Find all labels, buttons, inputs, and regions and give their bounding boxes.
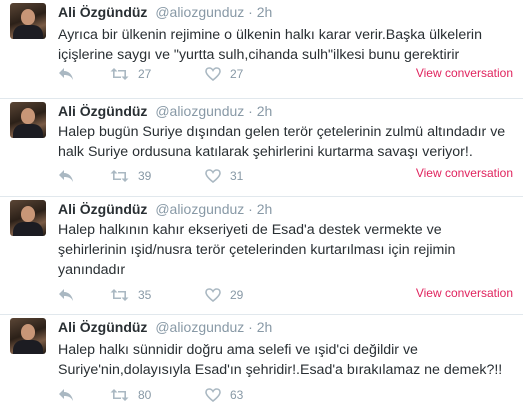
like-button[interactable]: 31: [205, 169, 243, 183]
author-name[interactable]: Ali Özgündüz: [58, 103, 147, 119]
reply-icon: [59, 389, 73, 401]
reply-button[interactable]: [58, 169, 74, 183]
tweet-header: Ali Özgündüz @aliozgunduz · 2h: [58, 319, 272, 335]
heart-icon: [205, 288, 221, 302]
tweet-text: Halep bugün Suriye dışından gelen terör …: [58, 124, 506, 160]
author-handle[interactable]: @aliozgunduz: [155, 4, 244, 20]
like-count: 27: [230, 67, 244, 81]
avatar[interactable]: [10, 3, 46, 39]
timestamp[interactable]: 2h: [257, 103, 273, 119]
timestamp[interactable]: 2h: [257, 319, 273, 335]
author-handle[interactable]: @aliozgunduz: [155, 319, 244, 335]
retweet-count: 35: [138, 288, 152, 302]
tweet[interactable]: Ali Özgündüz @aliozgunduz · 2h Ayrıca bi…: [0, 0, 523, 99]
tweet-header: Ali Özgündüz @aliozgunduz · 2h: [58, 4, 272, 20]
tweet[interactable]: Ali Özgündüz @aliozgunduz · 2h Halep hal…: [0, 197, 523, 315]
retweet-icon: [110, 170, 129, 182]
heart-icon: [205, 388, 221, 402]
tweet-actions: 80 63: [58, 388, 358, 408]
retweet-button[interactable]: 35: [110, 288, 151, 302]
separator: ·: [248, 4, 253, 20]
retweet-button[interactable]: 80: [110, 388, 151, 402]
avatar[interactable]: [10, 102, 46, 138]
view-conversation-link[interactable]: View conversation: [416, 66, 513, 80]
tweet-actions: 39 31: [58, 169, 358, 189]
author-name[interactable]: Ali Özgündüz: [58, 201, 147, 217]
view-conversation-link[interactable]: View conversation: [416, 166, 513, 180]
timestamp[interactable]: 2h: [257, 4, 273, 20]
separator: ·: [248, 201, 253, 217]
tweet-text: Halep halkının kahır ekseriyeti de Esad'…: [58, 222, 456, 278]
author-name[interactable]: Ali Özgündüz: [58, 4, 147, 20]
like-button[interactable]: 29: [205, 288, 243, 302]
retweet-icon: [110, 289, 129, 301]
reply-icon: [59, 289, 73, 301]
retweet-count: 27: [138, 67, 152, 81]
retweet-button[interactable]: 39: [110, 169, 151, 183]
tweet-header: Ali Özgündüz @aliozgunduz · 2h: [58, 103, 272, 119]
avatar[interactable]: [10, 318, 46, 354]
like-count: 63: [230, 388, 244, 402]
like-count: 31: [230, 169, 244, 183]
reply-icon: [59, 68, 73, 80]
reply-button[interactable]: [58, 288, 74, 302]
tweet-text: Ayrıca bir ülkenin rejimine o ülkenin ha…: [58, 27, 482, 63]
heart-icon: [205, 67, 221, 81]
retweet-icon: [110, 389, 129, 401]
tweet[interactable]: Ali Özgündüz @aliozgunduz · 2h Halep hal…: [0, 315, 523, 409]
separator: ·: [248, 319, 253, 335]
tweet-header: Ali Özgündüz @aliozgunduz · 2h: [58, 201, 272, 217]
author-handle[interactable]: @aliozgunduz: [155, 201, 244, 217]
tweet-actions: 27 27: [58, 67, 358, 87]
tweet-actions: 35 29: [58, 288, 358, 308]
timestamp[interactable]: 2h: [257, 201, 273, 217]
like-button[interactable]: 63: [205, 388, 243, 402]
like-button[interactable]: 27: [205, 67, 243, 81]
separator: ·: [248, 103, 253, 119]
retweet-count: 39: [138, 169, 152, 183]
avatar[interactable]: [10, 200, 46, 236]
heart-icon: [205, 169, 221, 183]
retweet-count: 80: [138, 388, 152, 402]
retweet-icon: [110, 68, 129, 80]
reply-icon: [59, 170, 73, 182]
reply-button[interactable]: [58, 67, 74, 81]
retweet-button[interactable]: 27: [110, 67, 151, 81]
reply-button[interactable]: [58, 388, 74, 402]
tweet-text: Halep halkı sünnidir doğru ama selefi ve…: [58, 342, 503, 378]
author-handle[interactable]: @aliozgunduz: [155, 103, 244, 119]
author-name[interactable]: Ali Özgündüz: [58, 319, 147, 335]
tweet[interactable]: Ali Özgündüz @aliozgunduz · 2h Halep bug…: [0, 99, 523, 197]
like-count: 29: [230, 288, 244, 302]
view-conversation-link[interactable]: View conversation: [416, 286, 513, 300]
